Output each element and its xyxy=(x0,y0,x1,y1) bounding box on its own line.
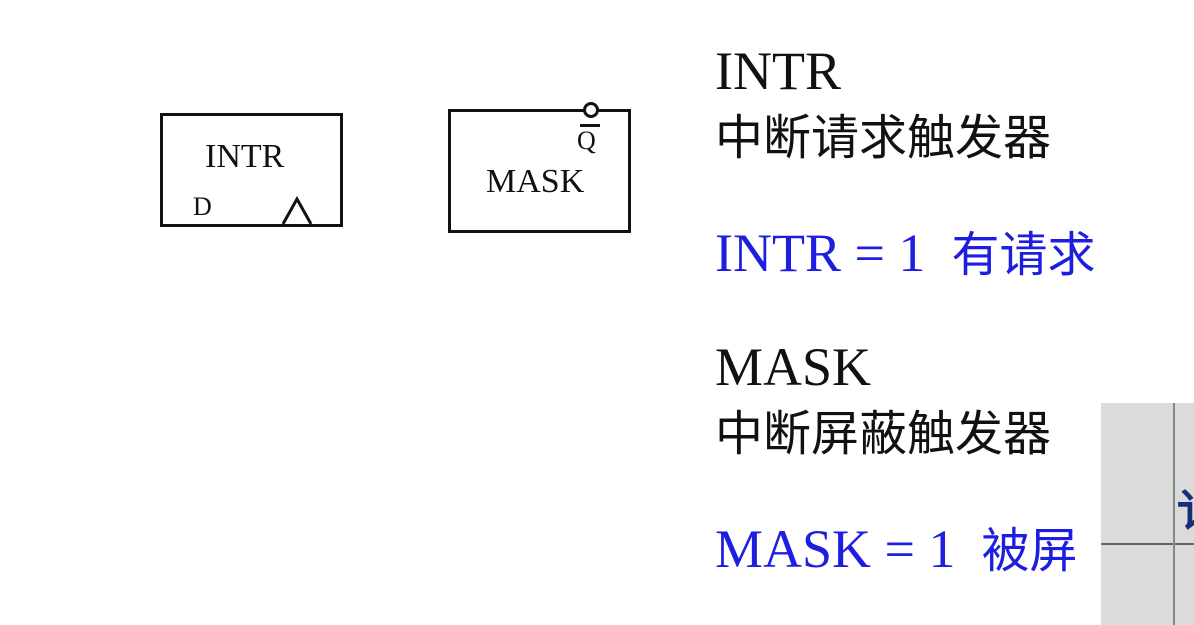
q-output-pin-label: Q xyxy=(577,126,596,155)
mask-flip-flop: Q MASK xyxy=(448,102,631,233)
intr-equation-line: INTR = 1 有请求 xyxy=(715,226,1095,280)
mask-equation-meaning: 被屏 xyxy=(981,523,1078,579)
mask-equation: MASK = 1 xyxy=(715,519,956,579)
mask-description: 中断屏蔽触发器 xyxy=(715,406,1052,462)
lecturer-video-overlay: 讠 xyxy=(1101,403,1194,625)
intr-description: 中断请求触发器 xyxy=(715,110,1052,166)
intr-equation-meaning: 有请求 xyxy=(951,227,1096,283)
clock-input-icon xyxy=(281,196,313,225)
mask-title: MASK xyxy=(715,337,872,397)
intr-title: INTR xyxy=(715,41,841,101)
mask-box-label: MASK xyxy=(486,163,585,200)
video-partial-character: 讠 xyxy=(1177,475,1194,539)
intr-flip-flop: INTR D xyxy=(160,113,343,227)
d-input-pin-label: D xyxy=(193,192,212,221)
intr-equation: INTR = 1 xyxy=(715,223,926,283)
mask-equation-line: MASK = 1 被屏 xyxy=(715,522,1078,576)
video-frame-divider xyxy=(1173,403,1175,625)
video-frame-line xyxy=(1101,543,1194,545)
intr-box-label: INTR xyxy=(205,138,285,175)
inverted-output-bubble xyxy=(583,102,599,118)
